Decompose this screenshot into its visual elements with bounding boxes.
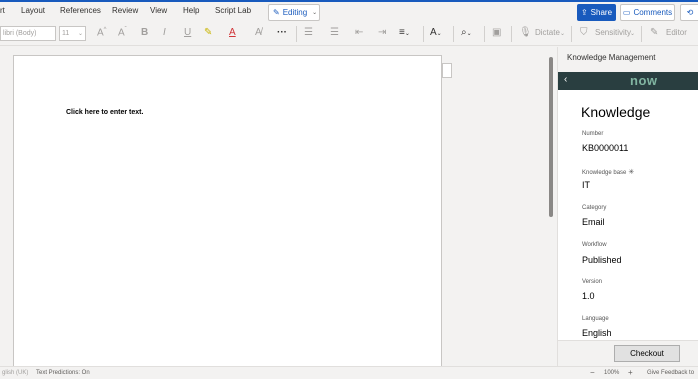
zoom-in-button[interactable]: + bbox=[628, 368, 633, 377]
menu-view[interactable]: View bbox=[150, 6, 167, 15]
field-label-knowledge-base: Knowledge base ✳ bbox=[582, 168, 634, 176]
catch-up-icon: ⟲ bbox=[686, 8, 694, 17]
menu-help[interactable]: Help bbox=[183, 6, 199, 15]
font-name-input[interactable]: libri (Body) bbox=[0, 26, 56, 41]
share-label: Share bbox=[590, 8, 613, 17]
dictate-label[interactable]: Dictate bbox=[535, 28, 560, 37]
field-label-number: Number bbox=[582, 131, 604, 137]
align-icon[interactable]: ≡⌄ bbox=[399, 27, 410, 38]
divider bbox=[453, 26, 454, 42]
menu-script-lab[interactable]: Script Lab bbox=[215, 6, 251, 15]
required-asterisk-icon: ✳ bbox=[628, 169, 635, 176]
divider bbox=[484, 26, 485, 42]
styles-icon[interactable]: A⌄ bbox=[430, 27, 442, 38]
divider bbox=[641, 26, 642, 42]
menu-insert[interactable]: rt bbox=[0, 6, 5, 15]
share-icon: ⇪ bbox=[580, 8, 588, 17]
content-control-placeholder[interactable]: Click here to enter text. bbox=[66, 109, 143, 116]
share-button[interactable]: ⇪ Share bbox=[577, 4, 616, 21]
shrink-font-icon[interactable]: Aˇ bbox=[118, 27, 127, 38]
menu-layout[interactable]: Layout bbox=[21, 6, 45, 15]
catch-up-button[interactable]: ⟲ bbox=[680, 4, 698, 21]
find-icon[interactable]: ⌕⌄ bbox=[461, 27, 472, 38]
knowledge-task-pane: Knowledge Management ‹ now Knowledge Num… bbox=[557, 47, 698, 366]
more-options-icon[interactable]: ··· bbox=[277, 27, 287, 38]
field-label-language: Language bbox=[582, 316, 609, 322]
menu-review[interactable]: Review bbox=[112, 6, 138, 15]
bold-icon[interactable]: B bbox=[141, 27, 148, 38]
comments-label: Comments bbox=[633, 8, 673, 17]
field-label-workflow: Workflow bbox=[582, 242, 607, 248]
page-side-marker bbox=[442, 63, 452, 78]
text-predictions-status[interactable]: Text Predictions: On bbox=[36, 370, 90, 376]
divider bbox=[571, 26, 572, 42]
field-value-knowledge-base: IT bbox=[582, 180, 590, 190]
font-size-value: 11 bbox=[62, 30, 70, 37]
increase-indent-icon[interactable]: ⇥ bbox=[378, 27, 386, 38]
document-page[interactable]: Click here to enter text. bbox=[13, 55, 442, 375]
checkout-button[interactable]: Checkout bbox=[614, 345, 680, 362]
knowledge-base-label-text: Knowledge base bbox=[582, 170, 627, 176]
field-value-version: 1.0 bbox=[582, 291, 595, 301]
clear-formatting-icon[interactable]: A̸ bbox=[255, 27, 262, 38]
editor-label[interactable]: Editor bbox=[666, 28, 687, 37]
field-value-language: English bbox=[582, 328, 612, 338]
menu-bar: rt Layout References Review View Help Sc… bbox=[0, 2, 698, 22]
field-label-category: Category bbox=[582, 205, 607, 211]
comment-icon: ▭ bbox=[622, 8, 631, 17]
status-bar: glish (UK) Text Predictions: On − 100% +… bbox=[0, 366, 698, 379]
document-canvas: Click here to enter text. bbox=[0, 47, 557, 375]
field-label-version: Version bbox=[582, 279, 603, 285]
numbering-icon[interactable]: ☰ bbox=[330, 27, 339, 38]
font-color-icon[interactable]: A bbox=[229, 27, 236, 38]
chevron-down-icon[interactable]: ⌄ bbox=[560, 27, 565, 38]
addin-icon[interactable]: ▣ bbox=[492, 27, 501, 38]
chevron-down-icon: ⌄ bbox=[312, 10, 318, 16]
record-title: Knowledge bbox=[581, 104, 651, 120]
menu-references[interactable]: References bbox=[60, 6, 101, 15]
chevron-down-icon: ⌄ bbox=[77, 31, 83, 37]
editing-label: Editing bbox=[282, 8, 308, 17]
editing-mode-button[interactable]: ✎ Editing ⌄ bbox=[268, 4, 320, 21]
editor-icon[interactable]: ✎ bbox=[650, 27, 658, 38]
back-chevron-icon[interactable]: ‹ bbox=[564, 74, 567, 85]
ribbon-toolbar: libri (Body) 11 ⌄ A^ Aˇ B I U ✎ A A̸ ···… bbox=[0, 22, 698, 46]
microphone-icon[interactable]: 🎙︎ bbox=[519, 27, 532, 38]
sensitivity-icon[interactable]: ⛉ bbox=[580, 27, 588, 38]
vertical-scrollbar[interactable] bbox=[549, 57, 553, 217]
chevron-down-icon[interactable]: ⌄ bbox=[630, 27, 635, 38]
field-value-number: KB0000011 bbox=[582, 143, 629, 153]
bullets-icon[interactable]: ☰ bbox=[304, 27, 313, 38]
sensitivity-label[interactable]: Sensitivity bbox=[595, 28, 631, 37]
italic-icon[interactable]: I bbox=[163, 27, 166, 38]
language-status[interactable]: glish (UK) bbox=[2, 370, 28, 376]
pane-header: Knowledge Management bbox=[558, 47, 698, 72]
pane-footer: Checkout bbox=[558, 340, 698, 366]
decrease-indent-icon[interactable]: ⇤ bbox=[355, 27, 363, 38]
underline-icon[interactable]: U bbox=[184, 27, 191, 38]
zoom-level[interactable]: 100% bbox=[604, 370, 619, 376]
grow-font-icon[interactable]: A^ bbox=[97, 27, 107, 38]
zoom-out-button[interactable]: − bbox=[590, 368, 595, 377]
font-size-input[interactable]: 11 ⌄ bbox=[59, 26, 86, 41]
field-value-category: Email bbox=[582, 217, 605, 227]
divider bbox=[423, 26, 424, 42]
comments-button[interactable]: ▭ Comments bbox=[620, 4, 675, 21]
pencil-icon: ✎ bbox=[273, 8, 280, 17]
divider bbox=[296, 26, 297, 42]
field-value-workflow: Published bbox=[582, 255, 622, 265]
give-feedback-link[interactable]: Give Feedback to bbox=[647, 370, 694, 376]
highlight-icon[interactable]: ✎ bbox=[204, 27, 212, 38]
now-logo: now bbox=[630, 73, 658, 88]
servicenow-header: ‹ now bbox=[558, 72, 698, 90]
divider bbox=[511, 26, 512, 42]
